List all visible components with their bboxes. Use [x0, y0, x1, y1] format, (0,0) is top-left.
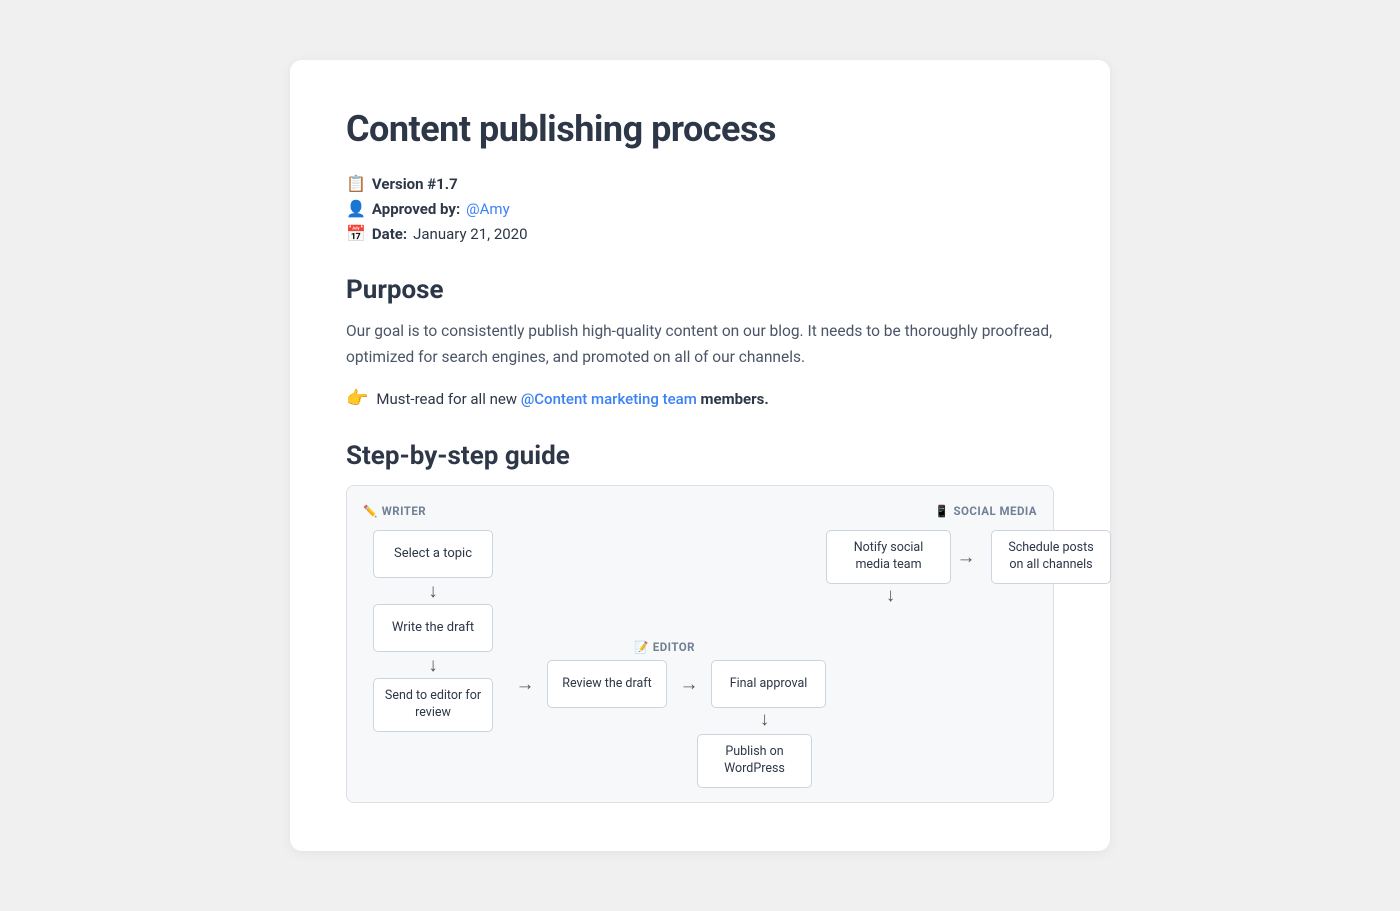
callout: 👉 Must-read for all new @Content marketi…: [346, 388, 1054, 409]
arr-right-social: →: [951, 545, 981, 569]
approved-meta: 👤 Approved by: @Amy: [346, 199, 1054, 218]
date-value: January 21, 2020: [413, 225, 527, 243]
arr-up-2: ↑: [886, 584, 896, 610]
purpose-title: Purpose: [346, 275, 1054, 305]
page-title: Content publishing process: [346, 108, 1054, 150]
approved-label: Approved by:: [372, 200, 460, 218]
approved-link[interactable]: @Amy: [466, 200, 510, 218]
arr-up-1: ↑: [760, 708, 770, 734]
editor-emoji: 📝: [634, 640, 649, 654]
editor-row: → Review the draft → Final approval: [503, 660, 826, 708]
arrow-down-2: ↓: [428, 652, 438, 678]
page-card: Content publishing process 📋 Version #1.…: [290, 60, 1110, 851]
approved-icon: 👤: [346, 199, 366, 218]
purpose-body: Our goal is to consistently publish high…: [346, 319, 1054, 370]
final-approval-node: Final approval: [711, 660, 826, 708]
arr-right-1: →: [503, 672, 547, 696]
schedule-posts-node: Schedule posts on all channels: [991, 530, 1111, 584]
diagram-body: Select a topic ↓ Write the draft ↓ Send …: [363, 530, 1037, 788]
date-icon: 📅: [346, 224, 366, 243]
version-meta: 📋 Version #1.7: [346, 174, 1054, 193]
callout-emoji: 👉: [346, 388, 368, 409]
select-topic-node: Select a topic: [373, 530, 493, 578]
callout-link[interactable]: @Content marketing team: [521, 390, 697, 408]
writer-emoji: ✏️: [363, 504, 378, 518]
notify-social-node: Notify social media team: [826, 530, 951, 584]
diagram-top-labels: ✏️ WRITER 📱 SOCIAL MEDIA: [363, 504, 1037, 518]
schedule-column: Schedule posts on all channels: [986, 530, 1116, 788]
middle-column: 📝 EDITOR → Review the draft → Final appr…: [503, 530, 826, 788]
notify-row: Notify social media team →: [826, 530, 986, 584]
guide-title: Step-by-step guide: [346, 441, 1054, 471]
arr-right-2: →: [667, 672, 711, 696]
editor-label: 📝 EDITOR: [634, 640, 695, 654]
date-meta: 📅 Date: January 21, 2020: [346, 224, 1054, 243]
write-draft-node: Write the draft: [373, 604, 493, 652]
writer-column: Select a topic ↓ Write the draft ↓ Send …: [363, 530, 503, 788]
date-label: Date:: [372, 225, 407, 243]
writer-label: ✏️ WRITER: [363, 504, 503, 518]
publish-node: Publish on WordPress: [697, 734, 812, 788]
review-draft-node: Review the draft: [547, 660, 667, 708]
arrow-down-1: ↓: [428, 578, 438, 604]
social-column: Notify social media team → ↑: [826, 530, 986, 788]
version-label: Version #1.7: [372, 175, 458, 193]
callout-text: Must-read for all new @Content marketing…: [376, 390, 768, 408]
flow-diagram: ✏️ WRITER 📱 SOCIAL MEDIA Select a topic …: [346, 485, 1054, 803]
send-to-editor-node: Send to editor for review: [373, 678, 493, 732]
meta-block: 📋 Version #1.7 👤 Approved by: @Amy 📅 Dat…: [346, 174, 1054, 243]
social-emoji: 📱: [935, 504, 950, 518]
social-label: 📱 SOCIAL MEDIA: [935, 504, 1037, 518]
version-icon: 📋: [346, 174, 366, 193]
callout-suffix: members.: [701, 390, 769, 408]
